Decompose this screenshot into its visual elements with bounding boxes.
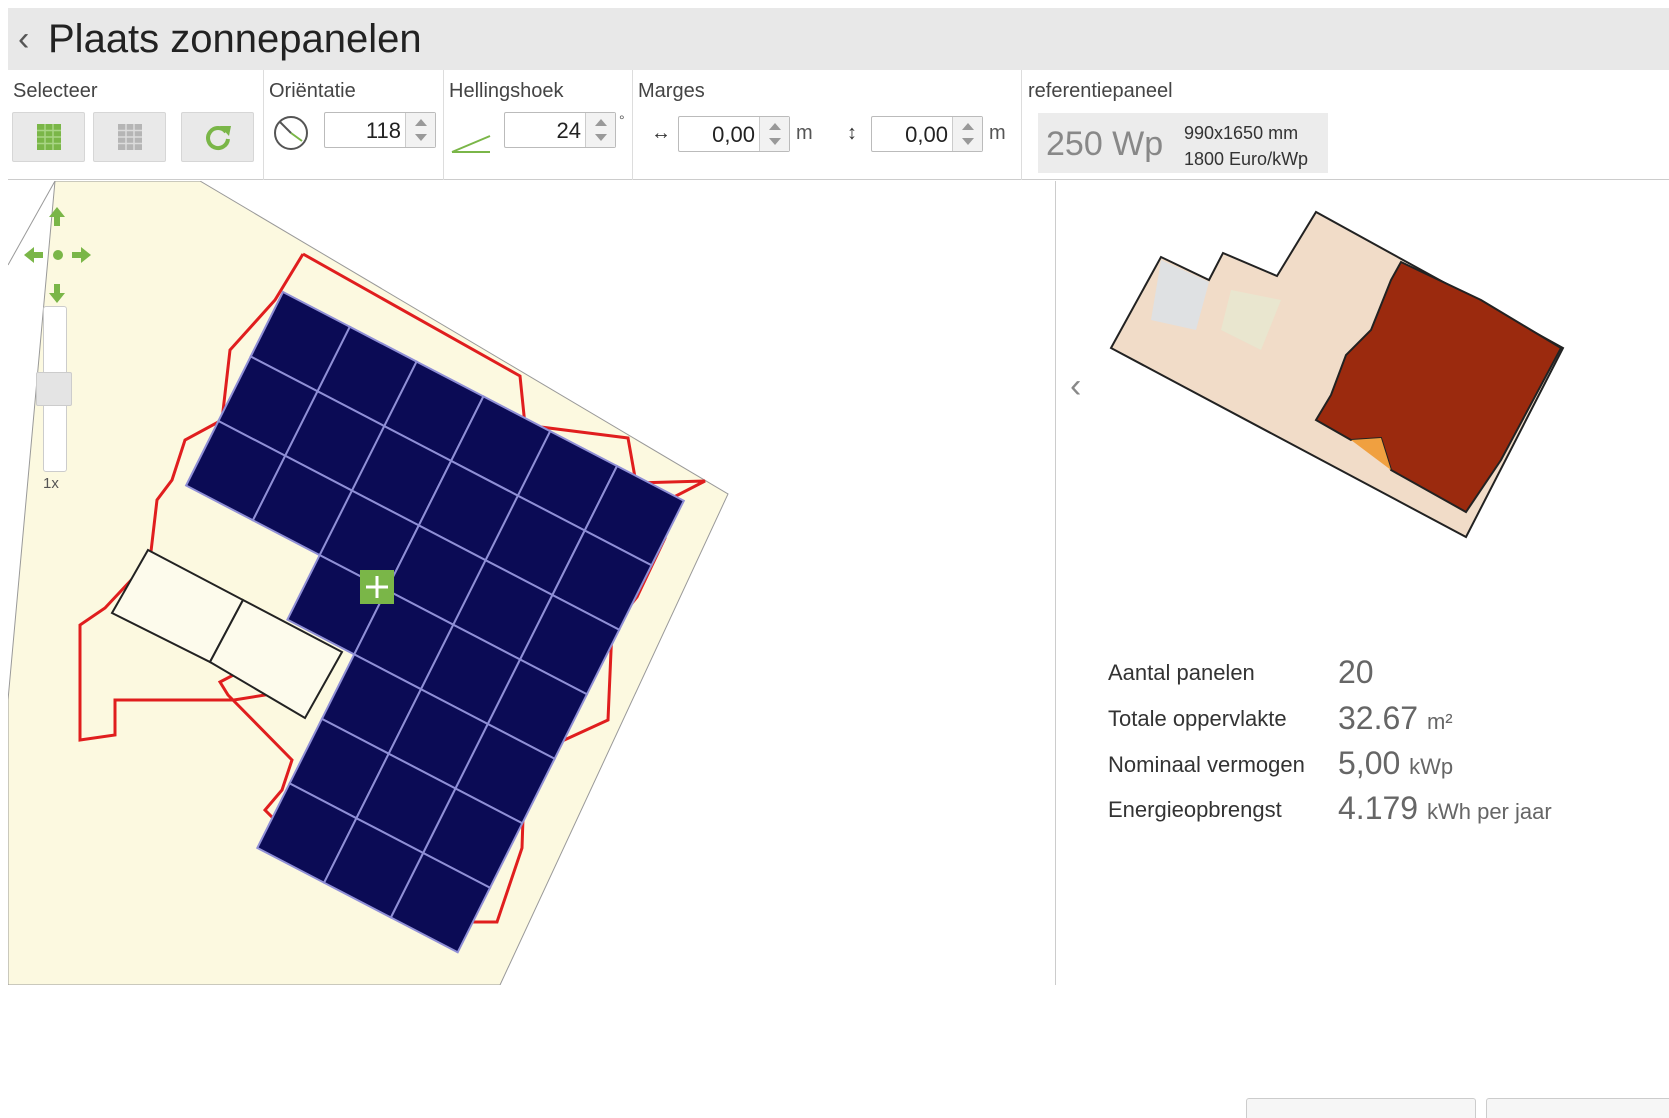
orientation-label: Oriëntatie <box>269 80 356 102</box>
panel-count-number: 20 <box>1338 654 1374 690</box>
toolbar: Selecteer Oriëntatie 118 Hellingshoek 24… <box>8 70 1669 180</box>
margin-vertical-spinner[interactable] <box>952 117 982 151</box>
spin-up-icon[interactable] <box>769 123 781 130</box>
select-none-button[interactable] <box>93 112 166 162</box>
spin-down-icon[interactable] <box>962 138 974 145</box>
margins-label: Marges <box>638 80 705 102</box>
right-panel: ‹ <box>1055 181 1669 1118</box>
irradiation-heatmap <box>1109 210 1565 539</box>
select-group: Selecteer <box>8 70 264 180</box>
margin-vertical-value: 0,00 <box>905 122 948 147</box>
select-all-button[interactable] <box>12 112 85 162</box>
page-title: Plaats zonnepanelen <box>48 17 422 61</box>
pan-center-icon[interactable] <box>53 250 63 260</box>
spin-up-icon[interactable] <box>595 119 607 126</box>
tilt-angle-icon <box>451 135 491 153</box>
total-area-unit: m² <box>1426 709 1453 734</box>
margin-vertical-input[interactable]: 0,00 <box>871 116 983 152</box>
spin-up-icon[interactable] <box>415 119 427 126</box>
reference-size: 990x1650 mm <box>1184 123 1299 143</box>
spin-down-icon[interactable] <box>595 134 607 141</box>
reference-panel-card[interactable]: 250 Wp 990x1650 mm 1800 Euro/kWp <box>1038 113 1328 173</box>
nominal-power-unit: kWp <box>1409 754 1454 779</box>
panel-count-label: Aantal panelen <box>1108 660 1255 685</box>
reference-power: 250 Wp <box>1046 125 1164 163</box>
select-label: Selecteer <box>13 80 98 102</box>
energy-yield-unit: kWh per jaar <box>1426 799 1552 824</box>
orientation-group: Oriëntatie 118 <box>264 70 444 180</box>
zoom-slider-thumb[interactable] <box>36 372 72 406</box>
chevron-left-icon[interactable]: ‹ <box>1070 367 1081 406</box>
footer-button[interactable] <box>1486 1098 1669 1118</box>
tilt-input[interactable]: 24 <box>504 112 616 148</box>
reference-price: 1800 Euro/kWp <box>1184 149 1309 169</box>
reference-label: referentiepaneel <box>1028 80 1173 102</box>
refresh-button[interactable] <box>181 112 254 162</box>
compass-icon <box>274 116 308 150</box>
total-area-label: Totale oppervlakte <box>1108 706 1287 731</box>
degree-unit: ° <box>619 112 625 128</box>
roof-map-svg[interactable] <box>8 181 1055 985</box>
margin-horizontal-unit: m <box>796 122 813 144</box>
move-handle[interactable] <box>360 570 394 604</box>
orientation-value: 118 <box>365 118 401 143</box>
nominal-power-number: 5,00 <box>1338 745 1401 781</box>
energy-yield-value: 4.179 kWh per jaar <box>1338 790 1552 827</box>
tilt-value: 24 <box>556 118 581 143</box>
margin-horizontal-value: 0,00 <box>712 122 755 147</box>
nominal-power-value: 5,00 kWp <box>1338 745 1453 782</box>
orientation-input[interactable]: 118 <box>324 112 436 148</box>
total-area-number: 32.67 <box>1338 700 1419 736</box>
footer-button[interactable] <box>1246 1098 1476 1118</box>
spin-down-icon[interactable] <box>769 138 781 145</box>
margin-horizontal-input[interactable]: 0,00 <box>678 116 790 152</box>
spin-down-icon[interactable] <box>415 134 427 141</box>
grid-empty-icon <box>117 124 142 150</box>
energy-yield-number: 4.179 <box>1338 790 1419 826</box>
margin-horizontal-spinner[interactable] <box>759 117 789 151</box>
nominal-power-label: Nominaal vermogen <box>1108 752 1305 777</box>
energy-yield-label: Energieopbrengst <box>1108 797 1282 822</box>
vertical-arrows-icon: ↕ <box>847 122 857 144</box>
back-chevron-icon[interactable]: ‹ <box>18 22 42 56</box>
margins-group: Marges ↔ 0,00 m ↕ 0,00 m <box>633 70 1022 180</box>
roof-map-canvas[interactable] <box>8 181 1055 985</box>
orientation-spinner[interactable] <box>405 113 435 147</box>
title-bar: ‹ Plaats zonnepanelen <box>8 8 1669 70</box>
spin-up-icon[interactable] <box>962 123 974 130</box>
total-area-value: 32.67 m² <box>1338 700 1453 737</box>
refresh-icon <box>205 126 231 151</box>
margin-vertical-unit: m <box>989 122 1006 144</box>
zoom-level-label: 1x <box>43 475 59 492</box>
tilt-spinner[interactable] <box>585 113 615 147</box>
grid-filled-icon <box>36 124 61 150</box>
tilt-label: Hellingshoek <box>449 80 564 102</box>
panel-count-value: 20 <box>1338 654 1374 691</box>
pan-left-icon[interactable] <box>24 247 43 263</box>
tilt-group: Hellingshoek 24 ° <box>444 70 633 180</box>
horizontal-arrows-icon: ↔ <box>651 122 671 144</box>
